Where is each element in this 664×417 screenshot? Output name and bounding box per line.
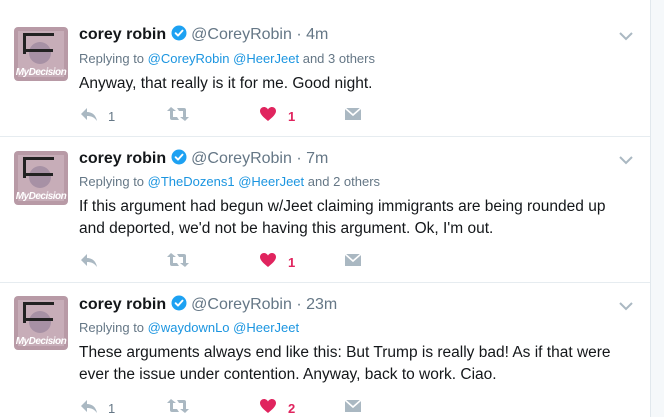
like-count: 1	[288, 108, 296, 124]
reply-icon	[79, 398, 99, 417]
retweet-icon	[166, 106, 190, 127]
reply-mention-link[interactable]: @TheDozens1	[148, 174, 235, 189]
tweet[interactable]: MyDecision corey robin @CoreyRobin · 23m …	[0, 283, 650, 417]
chevron-down-icon[interactable]	[618, 29, 634, 41]
retweet-button[interactable]	[166, 252, 199, 272]
timestamp[interactable]: 23m	[306, 296, 337, 313]
like-button[interactable]: 1	[259, 252, 295, 272]
retweet-icon	[166, 398, 190, 417]
reply-button[interactable]: 1	[79, 106, 115, 126]
reply-mention-link[interactable]: @HeerJeet	[238, 174, 304, 189]
author-handle[interactable]: @CoreyRobin	[191, 150, 292, 167]
reply-count: 1	[108, 400, 116, 416]
author-name[interactable]: corey robin	[79, 150, 166, 167]
reply-icon	[79, 252, 99, 273]
tweet-header: corey robin @CoreyRobin · 7m	[79, 149, 328, 170]
retweet-button[interactable]	[166, 106, 199, 126]
verified-badge-icon	[171, 295, 187, 316]
replying-prefix: Replying to	[79, 51, 145, 66]
reply-mention-link[interactable]: @HeerJeet	[233, 51, 299, 66]
like-button[interactable]: 1	[259, 106, 295, 126]
like-button[interactable]: 2	[259, 398, 295, 417]
avatar-logo-text: MyDecision	[15, 336, 67, 347]
reply-mention-link[interactable]: @waydownLo	[148, 320, 230, 335]
dm-button[interactable]	[344, 398, 362, 417]
separator-dot: ·	[296, 26, 302, 43]
replying-to: Replying to @TheDozens1 @HeerJeet and 2 …	[79, 174, 380, 189]
timestamp[interactable]: 4m	[306, 26, 328, 43]
dm-button[interactable]	[344, 252, 362, 272]
dm-button[interactable]	[344, 106, 362, 126]
replying-prefix: Replying to	[79, 174, 145, 189]
tweet-actions: 1 2	[79, 398, 379, 417]
like-count: 1	[288, 254, 296, 270]
separator-dot: ·	[296, 150, 302, 167]
heart-icon	[259, 106, 277, 127]
reply-button[interactable]	[79, 252, 108, 272]
verified-badge-icon	[171, 149, 187, 170]
avatar-logo-text: MyDecision	[15, 67, 67, 78]
timestamp[interactable]: 7m	[306, 150, 328, 167]
tweet-header: corey robin @CoreyRobin · 4m	[79, 25, 328, 46]
dm-envelope-icon	[344, 106, 362, 126]
avatar-logo-text: MyDecision	[15, 191, 67, 202]
replying-others-link[interactable]: and 3 others	[303, 51, 375, 66]
tweet-actions: 1 1	[79, 106, 379, 126]
author-name[interactable]: corey robin	[79, 26, 166, 43]
tweet-header: corey robin @CoreyRobin · 23m	[79, 295, 337, 316]
heart-icon	[259, 398, 277, 417]
avatar[interactable]: MyDecision	[14, 151, 68, 205]
reply-icon	[79, 106, 99, 127]
dm-envelope-icon	[344, 398, 362, 417]
replying-to: Replying to @waydownLo @HeerJeet	[79, 320, 299, 335]
tweet-text: These arguments always end like this: Bu…	[79, 344, 611, 383]
author-handle[interactable]: @CoreyRobin	[191, 296, 292, 313]
timeline: MyDecision corey robin @CoreyRobin · 4m R…	[0, 0, 650, 417]
tweet[interactable]: MyDecision corey robin @CoreyRobin · 4m R…	[0, 0, 650, 137]
tweet-actions: 1	[79, 252, 379, 272]
tweet[interactable]: MyDecision corey robin @CoreyRobin · 7m R…	[0, 137, 650, 283]
replying-to: Replying to @CoreyRobin @HeerJeet and 3 …	[79, 51, 375, 66]
avatar[interactable]: MyDecision	[14, 27, 68, 81]
verified-badge-icon	[171, 25, 187, 46]
replying-others-link[interactable]: and 2 others	[308, 174, 380, 189]
dm-envelope-icon	[344, 252, 362, 272]
chevron-down-icon[interactable]	[618, 153, 634, 165]
chevron-down-icon[interactable]	[618, 299, 634, 311]
reply-count: 1	[108, 108, 116, 124]
retweet-button[interactable]	[166, 398, 199, 417]
tweet-text: If this argument had begun w/Jeet claimi…	[79, 198, 606, 237]
author-name[interactable]: corey robin	[79, 296, 166, 313]
separator-dot: ·	[296, 296, 302, 313]
author-handle[interactable]: @CoreyRobin	[191, 26, 292, 43]
reply-mention-link[interactable]: @CoreyRobin	[148, 51, 230, 66]
avatar[interactable]: MyDecision	[14, 296, 68, 350]
like-count: 2	[288, 400, 296, 416]
reply-mention-link[interactable]: @HeerJeet	[233, 320, 299, 335]
tweet-text: Anyway, that really is it for me. Good n…	[79, 75, 373, 92]
reply-button[interactable]: 1	[79, 398, 115, 417]
heart-icon	[259, 252, 277, 273]
scroll-gutter[interactable]	[650, 0, 664, 417]
replying-prefix: Replying to	[79, 320, 145, 335]
retweet-icon	[166, 252, 190, 273]
